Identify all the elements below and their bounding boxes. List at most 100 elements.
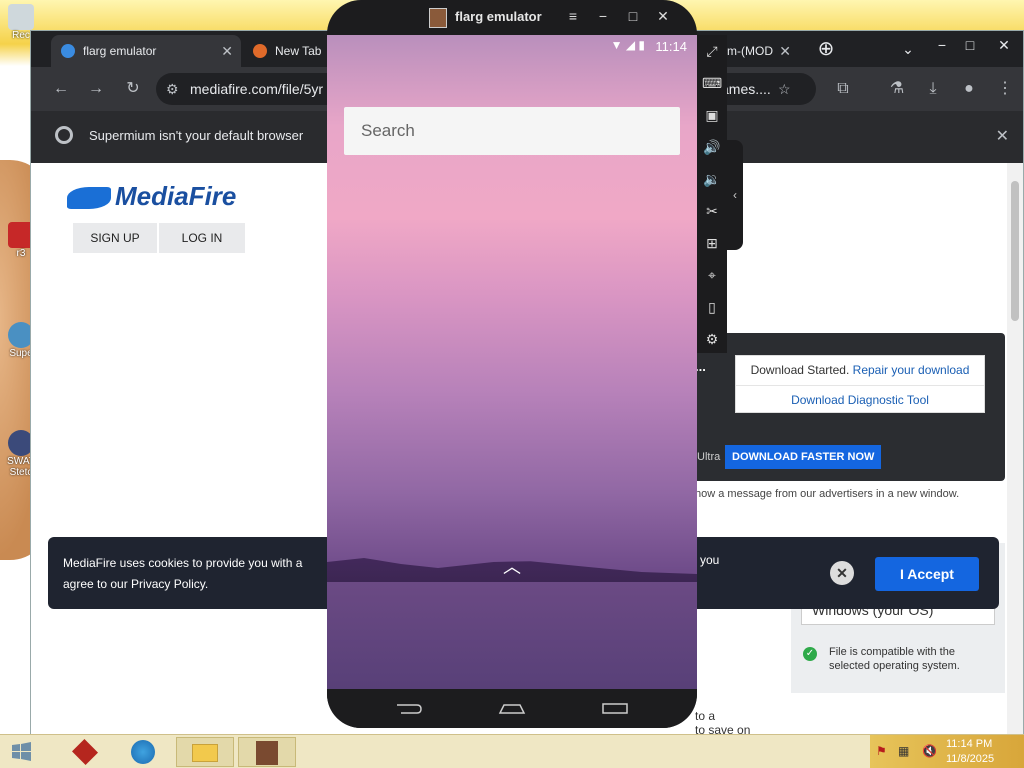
download-started-text: Download Started. xyxy=(750,363,850,377)
emulator-logo-icon xyxy=(429,8,447,28)
windows-logo-icon xyxy=(12,742,31,761)
tab-favicon-icon xyxy=(61,44,75,58)
back-nav-icon[interactable] xyxy=(395,701,423,715)
android-home-screen[interactable]: ▼ ◢ ▮ 11:14 Search ︿ xyxy=(327,35,697,689)
clock[interactable]: 11:14 PM 11/8/2025 xyxy=(946,737,994,767)
cookie-close-button[interactable]: ✕ xyxy=(830,561,854,585)
emulator-minimize-button[interactable]: − xyxy=(593,8,613,24)
check-icon: ✓ xyxy=(803,647,817,661)
url-text: mediafire.com/file/5yr xyxy=(190,81,324,97)
apk-icon[interactable]: ▣ xyxy=(702,105,722,125)
taskbar-app-explorer[interactable] xyxy=(176,737,234,767)
close-tab-icon[interactable]: ✕ xyxy=(221,35,233,67)
tab-flarg[interactable]: flarg emulator ✕ xyxy=(51,35,241,67)
search-bar[interactable]: Search xyxy=(344,107,680,155)
windows-taskbar: ⚑ ▦ 🔇 11:14 PM 11/8/2025 xyxy=(0,734,1024,768)
accept-cookies-button[interactable]: I Accept xyxy=(875,557,979,591)
profile-icon[interactable]: ● xyxy=(957,77,981,101)
menu-icon[interactable]: ⋮ xyxy=(993,77,1017,101)
sign-up-button[interactable]: SIGN UP xyxy=(73,223,157,253)
download-icon[interactable]: ⤓ xyxy=(921,77,945,101)
download-faster-button[interactable]: DOWNLOAD FASTER NOW xyxy=(725,445,882,469)
taskbar-app-ie[interactable] xyxy=(114,737,172,767)
screenshot-icon[interactable]: ✂ xyxy=(702,201,722,221)
add-window-icon[interactable]: ⊞ xyxy=(702,233,722,253)
folder-icon xyxy=(192,744,218,762)
tab-label: m-(MOD xyxy=(727,44,773,58)
tab-label: flarg emulator xyxy=(83,44,157,58)
log-in-button[interactable]: LOG IN xyxy=(159,223,245,253)
emulator-window: flarg emulator ≡ − □ ✕ ▼ ◢ ▮ 11:14 Searc… xyxy=(327,0,697,728)
shake-icon[interactable]: ▯ xyxy=(702,297,722,317)
emulator-close-button[interactable]: ✕ xyxy=(653,8,673,25)
bookmark-star-icon[interactable]: ☆ xyxy=(778,73,791,105)
close-window-button[interactable]: ✕ xyxy=(989,31,1019,59)
download-started-popup: Download Started. Repair your download D… xyxy=(735,355,985,413)
scrollbar-thumb[interactable] xyxy=(1011,181,1019,321)
labs-icon[interactable]: ⚗ xyxy=(885,77,909,101)
android-nav-bar xyxy=(327,689,697,728)
collapse-toolbar-tab[interactable]: ‹ xyxy=(727,140,743,250)
cookie-message-line: MediaFire uses cookies to provide you wi… xyxy=(63,556,303,570)
wallpaper-water xyxy=(327,582,697,689)
infobar-close-icon[interactable]: ✕ xyxy=(996,126,1009,146)
start-button[interactable] xyxy=(0,737,44,767)
network-icon[interactable]: ▦ xyxy=(898,744,909,758)
url-tail-text: ames.... xyxy=(721,81,771,97)
recents-nav-icon[interactable] xyxy=(601,701,629,715)
winrar-icon xyxy=(71,738,99,766)
mediafire-logo[interactable]: MediaFire xyxy=(67,181,236,212)
home-nav-icon[interactable] xyxy=(498,701,526,715)
clock-time: 11:14 PM xyxy=(946,738,993,750)
taskbar-app-flarg[interactable] xyxy=(238,737,296,767)
status-icons: ▼ ◢ ▮ xyxy=(610,38,645,52)
android-status-bar: ▼ ◢ ▮ 11:14 xyxy=(327,35,697,59)
tab-search-icon[interactable]: ⌄ xyxy=(893,35,923,63)
mediafire-flame-icon xyxy=(67,187,111,210)
forward-icon[interactable]: → xyxy=(84,77,108,101)
clock-date: 11/8/2025 xyxy=(946,753,995,765)
repair-download-link[interactable]: Repair your download xyxy=(853,363,970,377)
chromium-icon xyxy=(55,126,73,144)
minimize-button[interactable]: − xyxy=(927,31,957,59)
close-tab-icon[interactable]: ✕ xyxy=(779,35,791,67)
new-tab-button[interactable]: ⊕ xyxy=(811,35,841,63)
maximize-button[interactable]: □ xyxy=(955,31,985,59)
emulator-menu-icon[interactable]: ≡ xyxy=(563,8,583,24)
flarg-emulator-icon xyxy=(256,741,278,765)
keyboard-icon[interactable]: ⌨ xyxy=(702,73,722,93)
cookie-message-fragment: you xyxy=(700,553,720,567)
diagnostic-tool-link[interactable]: Download Diagnostic Tool xyxy=(736,385,984,414)
taskbar-app-winrar[interactable] xyxy=(56,737,114,767)
desktop-icon-label: r3 xyxy=(16,248,26,259)
globe-icon xyxy=(131,740,155,764)
volume-up-icon[interactable]: 🔊 xyxy=(702,137,722,157)
status-time: 11:14 xyxy=(655,39,687,54)
tab-new-tab[interactable]: New Tab xyxy=(243,35,333,67)
ultra-label: Ultra xyxy=(697,451,721,463)
cookie-message: MediaFire uses cookies to provide you wi… xyxy=(63,553,323,595)
logo-text: MediaFire xyxy=(115,181,237,211)
volume-muted-icon[interactable]: 🔇 xyxy=(922,744,937,758)
emulator-maximize-button[interactable]: □ xyxy=(623,8,643,24)
fullscreen-icon[interactable]: ⤢ xyxy=(702,41,722,61)
reload-icon[interactable]: ↻ xyxy=(121,77,145,101)
page-text-fragment: to a xyxy=(695,709,716,723)
tab-label: New Tab xyxy=(275,44,322,58)
app-drawer-chevron-icon[interactable]: ︿ xyxy=(503,553,521,579)
location-icon[interactable]: ⌖ xyxy=(702,265,722,285)
compat-text: File is compatible with the selected ope… xyxy=(829,646,960,672)
site-info-icon[interactable]: ⚙ xyxy=(166,73,179,105)
emulator-title: flarg emulator xyxy=(455,9,542,24)
settings-gear-icon[interactable]: ⚙ xyxy=(702,329,722,349)
cookie-message-line: agree to our Privacy Policy. xyxy=(63,577,209,591)
volume-down-icon[interactable]: 🔉 xyxy=(702,169,722,189)
back-icon[interactable]: ← xyxy=(49,77,73,101)
desktop-icon-label: Rec xyxy=(12,30,30,41)
extensions-icon[interactable]: ⧉ xyxy=(831,77,855,101)
infobar-text: Supermium isn't your default browser xyxy=(89,128,304,143)
emulator-side-toolbar: ⤢ ⌨ ▣ 🔊 🔉 ✂ ⊞ ⌖ ▯ ⚙ xyxy=(697,35,727,353)
tab-favicon-icon xyxy=(253,44,267,58)
action-center-icon[interactable]: ⚑ xyxy=(876,744,887,758)
page-scrollbar[interactable] xyxy=(1007,163,1023,737)
